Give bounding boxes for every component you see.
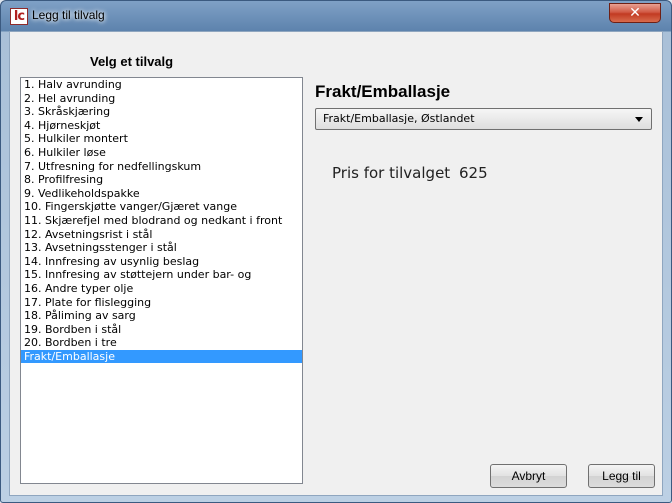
list-item[interactable]: 6. Hulkiler løse xyxy=(21,146,302,160)
title-bar[interactable]: lc Legg til tilvalg ✕ xyxy=(1,1,671,31)
close-button[interactable]: ✕ xyxy=(609,3,661,23)
list-item[interactable]: 1. Halv avrunding xyxy=(21,78,302,92)
list-item[interactable]: 2. Hel avrunding xyxy=(21,92,302,106)
app-icon: lc xyxy=(10,8,28,25)
list-item[interactable]: 11. Skjærefjel med blodrand og nedkant i… xyxy=(21,214,302,228)
options-list[interactable]: 1. Halv avrunding 2. Hel avrunding 3. Skrå… xyxy=(20,77,303,484)
list-item[interactable]: 19. Bordben i stål xyxy=(21,323,302,337)
dialog-content: Velg et tilvalg 1. Halv avrunding 2. Hel … xyxy=(9,31,663,496)
list-item[interactable]: 12. Avsetningsrist i stål xyxy=(21,228,302,242)
cancel-button[interactable]: Avbryt xyxy=(490,464,567,488)
list-item[interactable]: 10. Fingerskjøtte vanger/Gjæret vange xyxy=(21,200,302,214)
list-item[interactable]: 9. Vedlikeholdspakke xyxy=(21,187,302,201)
list-item[interactable]: 14. Innfresing av usynlig beslag xyxy=(21,255,302,269)
list-item[interactable]: 8. Profilfresing xyxy=(21,173,302,187)
list-item[interactable]: Frakt/Emballasje xyxy=(21,349,302,364)
list-item[interactable]: 3. Skråskjæring xyxy=(21,105,302,119)
dropdown-value: Frakt/Emballasje, Østlandet xyxy=(323,112,475,125)
variant-dropdown[interactable]: Frakt/Emballasje, Østlandet xyxy=(315,108,652,130)
list-item[interactable]: 15. Innfresing av støttejern under bar- … xyxy=(21,268,302,282)
chevron-down-icon xyxy=(635,117,643,122)
price-label: Pris for tilvalget xyxy=(332,164,451,182)
selected-option-title: Frakt/Emballasje xyxy=(315,82,451,101)
options-heading: Velg et tilvalg xyxy=(90,54,174,69)
list-item[interactable]: 4. Hjørneskjøt xyxy=(21,119,302,133)
list-item[interactable]: 5. Hulkiler montert xyxy=(21,132,302,146)
add-button[interactable]: Legg til xyxy=(588,464,655,488)
list-item[interactable]: 7. Utfresning for nedfellingskum xyxy=(21,160,302,174)
list-item[interactable]: 17. Plate for flislegging xyxy=(21,296,302,310)
price-value: 625 xyxy=(459,164,488,182)
list-item[interactable]: 20. Bordben i tre xyxy=(21,336,302,350)
list-item[interactable]: 18. Påliming av sarg xyxy=(21,309,302,323)
list-item[interactable]: 13. Avsetningsstenger i stål xyxy=(21,241,302,255)
window-title: Legg til tilvalg xyxy=(32,8,105,22)
list-item[interactable]: 16. Andre typer olje xyxy=(21,282,302,296)
dialog-window: lc Legg til tilvalg ✕ Velg et tilvalg 1.… xyxy=(0,0,672,503)
